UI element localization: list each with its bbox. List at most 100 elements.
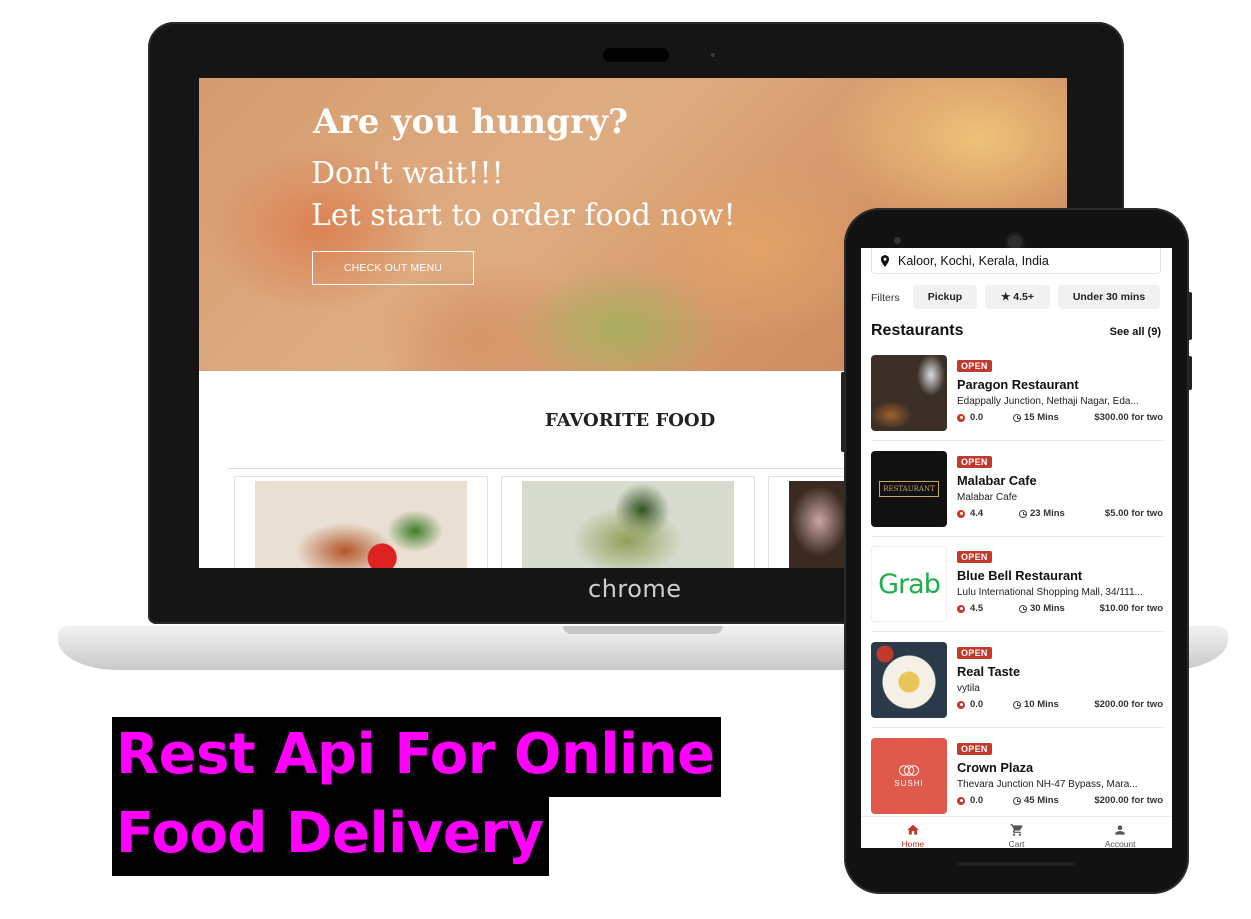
location-pin-icon bbox=[880, 254, 890, 267]
clock-icon bbox=[1019, 509, 1027, 518]
restaurant-item[interactable]: RESTAURANT OPEN Malabar Cafe Malabar Caf… bbox=[871, 451, 1163, 541]
status-badge: OPEN bbox=[957, 551, 992, 563]
restaurant-item[interactable]: OPEN Real Taste vytila 0.0 10 Mins $200.… bbox=[871, 642, 1163, 732]
clock-icon bbox=[1013, 700, 1021, 709]
status-badge: OPEN bbox=[957, 743, 992, 755]
status-badge: OPEN bbox=[957, 647, 992, 659]
restaurant-address: vytila bbox=[957, 683, 980, 694]
hero-subtitle-line1: Don't wait!!! bbox=[311, 156, 504, 191]
nav-cart-label: Cart bbox=[1008, 839, 1025, 848]
food-card[interactable] bbox=[501, 476, 755, 568]
delivery-time: 30 Mins bbox=[1030, 603, 1065, 614]
volume-button bbox=[1188, 356, 1192, 390]
price-for-two: $10.00 for two bbox=[1099, 603, 1163, 614]
rating-value: 0.0 bbox=[970, 795, 984, 806]
rating-icon bbox=[957, 604, 965, 613]
delivery-time: 23 Mins bbox=[1030, 508, 1065, 519]
webcam-indicator bbox=[711, 53, 715, 57]
nav-account[interactable]: Account bbox=[1068, 817, 1172, 848]
list-divider bbox=[871, 440, 1163, 441]
nav-home[interactable]: Home bbox=[861, 817, 965, 848]
food-image bbox=[522, 481, 734, 568]
bottom-navigation: Home Cart Account bbox=[861, 816, 1172, 848]
restaurant-thumbnail bbox=[871, 642, 947, 718]
headline-line2: Food Delivery bbox=[112, 796, 550, 876]
restaurant-item[interactable]: SUSHI OPEN Crown Plaza Thevara Junction … bbox=[871, 738, 1163, 828]
price-for-two: $5.00 for two bbox=[1104, 508, 1163, 519]
see-all-link[interactable]: See all (9) bbox=[1110, 326, 1161, 338]
restaurant-item[interactable]: OPEN Paragon Restaurant Edappally Juncti… bbox=[871, 355, 1163, 445]
location-bar[interactable]: Kaloor, Kochi, Kerala, India bbox=[871, 248, 1161, 274]
rating-icon bbox=[957, 509, 965, 518]
chrome-brand-label: chrome bbox=[588, 575, 682, 603]
rating-value: 0.0 bbox=[970, 699, 984, 710]
rating-value: 4.5 bbox=[970, 603, 984, 614]
rating-icon bbox=[957, 700, 965, 709]
restaurant-logo: Grab bbox=[871, 546, 947, 622]
filter-chip-rating[interactable]: ★ 4.5+ bbox=[985, 285, 1050, 309]
restaurant-address: Thevara Junction NH-47 Bypass, Mara... bbox=[957, 779, 1138, 790]
favorite-food-title: FAVORITE FOOD bbox=[545, 410, 716, 431]
nav-cart[interactable]: Cart bbox=[965, 817, 1069, 848]
phone-device: Kaloor, Kochi, Kerala, India Filters Pic… bbox=[841, 208, 1192, 894]
filter-chip-pickup[interactable]: Pickup bbox=[913, 285, 977, 309]
restaurant-address: Malabar Cafe bbox=[957, 492, 1018, 503]
front-camera bbox=[1008, 235, 1022, 249]
webcam-bar bbox=[603, 48, 669, 62]
delivery-time: 15 Mins bbox=[1024, 412, 1059, 423]
food-card[interactable] bbox=[234, 476, 488, 568]
status-badge: OPEN bbox=[957, 360, 992, 372]
hero-subtitle-line2: Let start to order food now! bbox=[311, 198, 736, 233]
delivery-time: 10 Mins bbox=[1024, 699, 1059, 710]
filter-chip-time[interactable]: Under 30 mins bbox=[1058, 285, 1160, 309]
restaurant-item[interactable]: Grab OPEN Blue Bell Restaurant Lulu Inte… bbox=[871, 546, 1163, 636]
filters-label: Filters bbox=[871, 292, 900, 304]
restaurant-meta: 0.0 10 Mins $200.00 for two bbox=[957, 699, 1163, 713]
restaurant-address: Lulu International Shopping Mall, 34/111… bbox=[957, 587, 1143, 598]
hero-title: Are you hungry? bbox=[313, 102, 629, 142]
restaurant-logo: SUSHI bbox=[871, 738, 947, 814]
check-out-menu-button[interactable]: CHECK OUT MENU bbox=[312, 251, 474, 285]
phone-sensor bbox=[894, 237, 901, 244]
phone-bottom-bezel bbox=[956, 862, 1076, 866]
delivery-time: 45 Mins bbox=[1024, 795, 1059, 806]
phone-screen: Kaloor, Kochi, Kerala, India Filters Pic… bbox=[861, 248, 1172, 848]
restaurant-meta: 0.0 15 Mins $300.00 for two bbox=[957, 412, 1163, 426]
price-for-two: $200.00 for two bbox=[1094, 795, 1163, 806]
rating-icon bbox=[957, 413, 965, 422]
rating-icon bbox=[957, 796, 965, 805]
restaurant-name: Malabar Cafe bbox=[957, 473, 1037, 488]
restaurant-name: Blue Bell Restaurant bbox=[957, 568, 1083, 583]
price-for-two: $300.00 for two bbox=[1094, 412, 1163, 423]
restaurants-title: Restaurants bbox=[871, 322, 964, 339]
clock-icon bbox=[1013, 413, 1021, 422]
location-text: Kaloor, Kochi, Kerala, India bbox=[898, 253, 1049, 268]
nav-home-label: Home bbox=[901, 839, 925, 848]
restaurant-thumbnail bbox=[871, 355, 947, 431]
restaurant-address: Edappally Junction, Nethaji Nagar, Eda..… bbox=[957, 396, 1139, 407]
rating-value: 0.0 bbox=[970, 412, 984, 423]
food-image bbox=[255, 481, 467, 568]
cart-icon bbox=[1010, 824, 1023, 836]
restaurant-meta: 4.4 23 Mins $5.00 for two bbox=[957, 508, 1163, 522]
clock-icon bbox=[1013, 796, 1021, 805]
nav-account-label: Account bbox=[1104, 839, 1136, 848]
account-icon bbox=[1115, 825, 1125, 835]
clock-icon bbox=[1019, 604, 1027, 613]
home-icon bbox=[906, 824, 919, 835]
price-for-two: $200.00 for two bbox=[1094, 699, 1163, 710]
power-button bbox=[1188, 292, 1192, 340]
sushi-logo-text: SUSHI bbox=[894, 779, 924, 788]
list-divider bbox=[871, 727, 1163, 728]
side-button bbox=[841, 372, 845, 452]
headline-line1: Rest Api For Online bbox=[112, 717, 721, 797]
list-divider bbox=[871, 631, 1163, 632]
grab-logo-text: Grab bbox=[878, 568, 941, 600]
restaurant-logo: RESTAURANT bbox=[871, 451, 947, 527]
sushi-logo-icon bbox=[898, 765, 920, 776]
restaurant-meta: 4.5 30 Mins $10.00 for two bbox=[957, 603, 1163, 617]
restaurant-name: Real Taste bbox=[957, 664, 1021, 679]
restaurant-meta: 0.0 45 Mins $200.00 for two bbox=[957, 795, 1163, 809]
rating-value: 4.4 bbox=[970, 508, 984, 519]
restaurant-name: Crown Plaza bbox=[957, 760, 1034, 775]
